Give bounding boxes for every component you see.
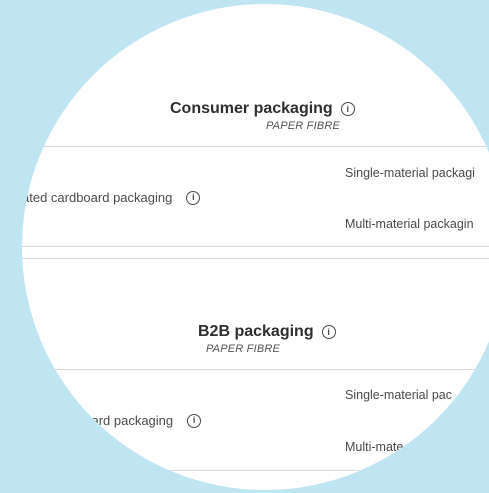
consumer-packaging-heading: Consumer packaging i PAPER FIBRE — [170, 100, 380, 132]
info-icon[interactable]: i — [186, 190, 201, 205]
divider — [22, 369, 489, 370]
section-title-text: B2B packaging — [198, 323, 314, 340]
option-multi-material[interactable]: Multi-material packagin — [345, 217, 474, 231]
divider — [22, 470, 489, 471]
content-layer: Consumer packaging i PAPER FIBRE Single-… — [22, 4, 489, 490]
info-icon[interactable]: i — [187, 413, 202, 428]
info-icon[interactable]: i — [340, 102, 355, 116]
row-label: ated cardboard packaging i — [22, 190, 201, 205]
info-icon[interactable]: i — [321, 325, 336, 339]
magnifier-lens: Consumer packaging i PAPER FIBRE Single-… — [22, 4, 489, 490]
option-single-material[interactable]: Single-material packagi — [345, 166, 475, 180]
divider — [22, 246, 489, 247]
divider — [22, 146, 489, 147]
section-title: B2B packaging i — [198, 323, 408, 341]
row-label-text: board packaging — [77, 413, 174, 428]
screenshot-stage: Consumer packaging i PAPER FIBRE Single-… — [0, 0, 489, 493]
section-title: Consumer packaging i — [170, 100, 380, 118]
section-subtitle: PAPER FIBRE — [205, 343, 281, 355]
section-title-text: Consumer packaging — [170, 100, 333, 117]
divider — [22, 258, 489, 259]
option-multi-material[interactable]: Multi-mate — [345, 440, 403, 454]
row-label: board packaging i — [77, 413, 202, 428]
b2b-packaging-heading: B2B packaging i PAPER FIBRE — [198, 323, 408, 355]
option-single-material[interactable]: Single-material pac — [345, 388, 452, 402]
section-subtitle: PAPER FIBRE — [265, 120, 341, 132]
row-label-text: ated cardboard packaging — [22, 190, 173, 205]
